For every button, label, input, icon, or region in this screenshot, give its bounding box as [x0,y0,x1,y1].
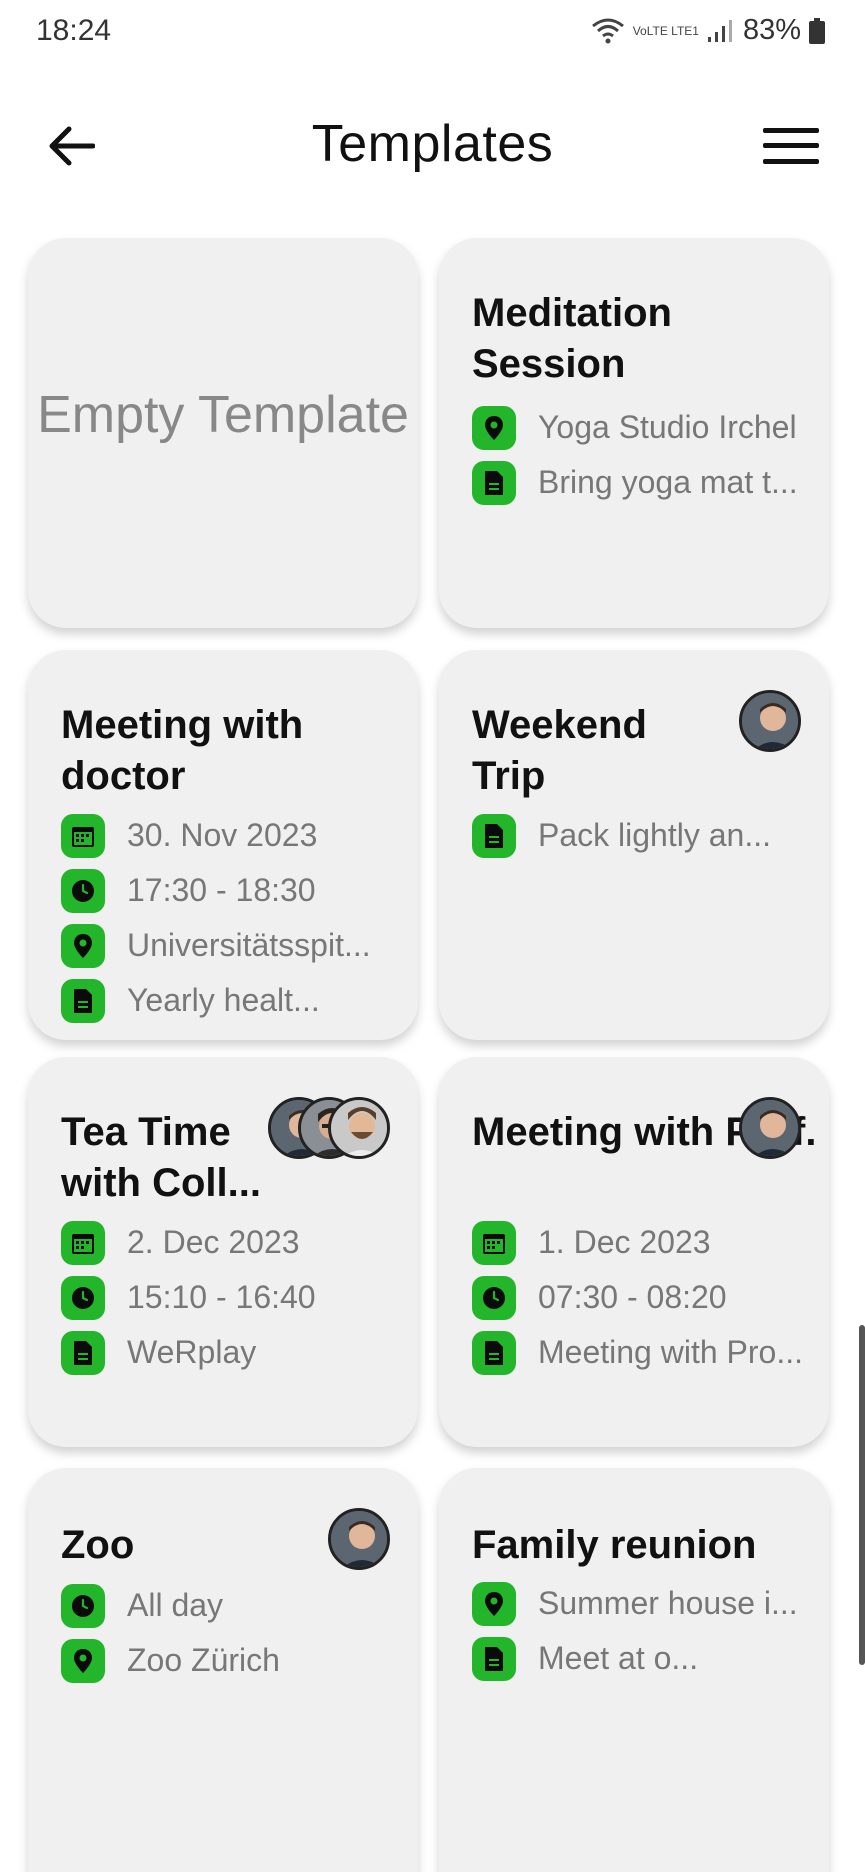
location-pin-icon [61,923,105,968]
template-card-zoo[interactable]: Zoo All day Zoo Zürich [28,1468,418,1872]
avatar [739,690,801,752]
location-text: Universitätsspit... [127,927,371,963]
time-text: All day [127,1587,224,1623]
template-card-meditation[interactable]: Meditation Session Yoga Studio Irchel Br… [439,238,829,628]
clock-icon [61,1275,105,1320]
participants [268,1097,390,1159]
date-row: 2. Dec 2023 [61,1215,401,1270]
template-card-prof-meeting[interactable]: Meeting with Prof. Behjet .. 1. Dec 2023… [439,1057,829,1447]
time-row: 15:10 - 16:40 [61,1270,401,1325]
date-text: 1. Dec 2023 [538,1224,711,1260]
template-details: 1. Dec 2023 07:30 - 08:20 Meeting with P… [472,1215,812,1380]
avatar [739,1097,801,1159]
note-row: Meet at o... [472,1631,812,1686]
empty-template-card[interactable]: Empty Template [28,238,418,628]
template-title: Family reunion [472,1523,757,1567]
note-row: Bring yoga mat t... [472,455,812,510]
calendar-icon [61,813,105,858]
note-text: Bring yoga mat t... [538,464,798,500]
template-title: Weekend Trip [472,703,647,798]
template-details: Summer house i... Meet at o... [472,1576,812,1686]
template-title: Meeting with Prof. Behjet .. [472,1110,829,1154]
template-details: 2. Dec 2023 15:10 - 16:40 WeRplay [61,1215,401,1380]
clock-icon [61,1583,105,1628]
note-text: Yearly healt... [127,982,320,1018]
location-row: Universitätsspit... [61,918,401,973]
time-row: 07:30 - 08:20 [472,1270,812,1325]
location-row: Yoga Studio Irchel [472,400,812,455]
location-row: Zoo Zürich [61,1633,401,1688]
clock-icon [472,1275,516,1320]
note-icon [472,1330,516,1375]
note-icon [472,813,516,858]
note-icon [472,460,516,505]
note-row: Yearly healt... [61,973,401,1028]
template-card-tea-time[interactable]: Tea Time with Coll... 2. Dec 2023 15:10 … [28,1057,418,1447]
note-icon [61,1330,105,1375]
time-row: 17:30 - 18:30 [61,863,401,918]
location-pin-icon [61,1638,105,1683]
note-text: Meet at o... [538,1640,699,1676]
template-details: 30. Nov 2023 17:30 - 18:30 Universitätss… [61,808,401,1028]
date-row: 30. Nov 2023 [61,808,401,863]
note-text: Meeting with Pro... [538,1334,803,1370]
location-text: Yoga Studio Irchel [538,409,797,445]
note-text: WeRplay [127,1334,257,1370]
note-row: WeRplay [61,1325,401,1380]
location-text: Zoo Zürich [127,1642,280,1678]
time-text: 17:30 - 18:30 [127,872,316,908]
clock-icon [61,868,105,913]
template-title: Meditation Session [472,291,672,386]
template-card-weekend-trip[interactable]: Weekend Trip Pack lightly an... [439,650,829,1040]
time-text: 07:30 - 08:20 [538,1279,727,1315]
date-row: 1. Dec 2023 [472,1215,812,1270]
participants [328,1508,390,1570]
location-row: Summer house i... [472,1576,812,1631]
template-details: Pack lightly an... [472,808,812,863]
scrollbar-thumb[interactable] [859,1325,865,1665]
template-title: Zoo [61,1523,135,1567]
note-text: Pack lightly an... [538,817,771,853]
time-row: All day [61,1578,401,1633]
template-details: Yoga Studio Irchel Bring yoga mat t... [472,400,812,510]
participants [739,690,801,752]
note-icon [61,978,105,1023]
location-text: Summer house i... [538,1585,798,1621]
empty-template-label: Empty Template [37,386,409,444]
calendar-icon [61,1220,105,1265]
template-card-doctor[interactable]: Meeting with doctor 30. Nov 2023 17:30 -… [28,650,418,1040]
avatar [328,1508,390,1570]
template-title: Meeting with doctor [61,703,304,798]
note-row: Meeting with Pro... [472,1325,812,1380]
template-details: All day Zoo Zürich [61,1578,401,1688]
calendar-icon [472,1220,516,1265]
template-card-family-reunion[interactable]: Family reunion Summer house i... Meet at… [439,1468,829,1872]
date-text: 30. Nov 2023 [127,817,318,853]
date-text: 2. Dec 2023 [127,1224,300,1260]
template-grid: Empty Template Meditation Session Yoga S… [0,0,865,1872]
participants [739,1097,801,1159]
location-pin-icon [472,1581,516,1626]
location-pin-icon [472,405,516,450]
time-text: 15:10 - 16:40 [127,1279,316,1315]
note-row: Pack lightly an... [472,808,812,863]
note-icon [472,1636,516,1681]
avatar [328,1097,390,1159]
